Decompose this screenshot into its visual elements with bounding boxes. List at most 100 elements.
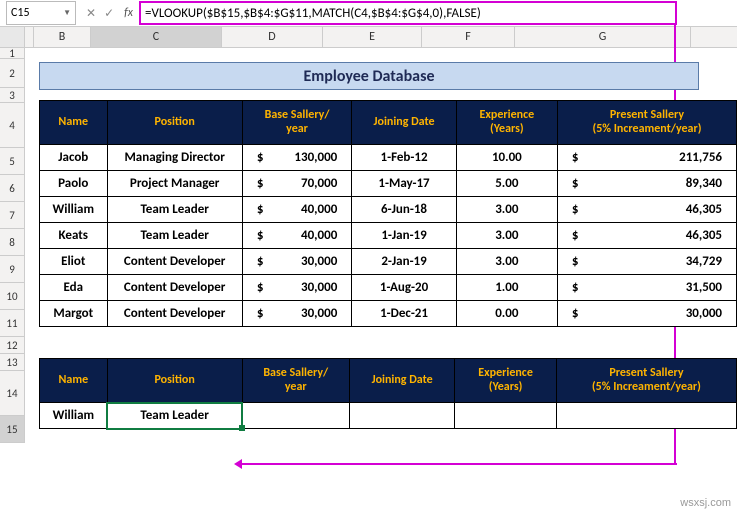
- th-name: Name: [40, 101, 108, 145]
- lookup-present[interactable]: [556, 403, 736, 429]
- lookup-position[interactable]: Team Leader: [107, 403, 242, 429]
- cell-position[interactable]: Managing Director: [107, 145, 242, 171]
- row-header[interactable]: 7: [0, 202, 24, 229]
- cell-exp[interactable]: 5.00: [456, 171, 557, 197]
- column-headers: B C D E F G: [0, 27, 737, 48]
- cell-exp[interactable]: 10.00: [456, 145, 557, 171]
- th-exp: Experience (Years): [455, 359, 557, 403]
- chevron-down-icon: ▼: [63, 8, 71, 18]
- cell-join[interactable]: 1-May-17: [352, 171, 457, 197]
- table-row: JacobManaging Director$130,0001-Feb-1210…: [40, 145, 737, 171]
- cell-name[interactable]: Paolo: [40, 171, 108, 197]
- cell-position[interactable]: Team Leader: [107, 197, 242, 223]
- col-header[interactable]: F: [422, 27, 515, 47]
- cell-present[interactable]: $46,305: [557, 223, 736, 249]
- table-row: KeatsTeam Leader$40,0001-Jan-193.00$46,3…: [40, 223, 737, 249]
- col-header[interactable]: E: [323, 27, 422, 47]
- cell-name[interactable]: Jacob: [40, 145, 108, 171]
- lookup-name[interactable]: William: [40, 403, 108, 429]
- cell-position[interactable]: Team Leader: [107, 223, 242, 249]
- page-title: Employee Database: [39, 62, 699, 90]
- table-row: EdaContent Developer$30,0001-Aug-201.00$…: [40, 275, 737, 301]
- row-header[interactable]: 14: [0, 371, 24, 416]
- row-header[interactable]: 4: [0, 103, 24, 148]
- accept-icon[interactable]: ✓: [104, 6, 114, 21]
- watermark: wsxsj.com: [680, 497, 731, 509]
- lookup-join[interactable]: [349, 403, 454, 429]
- cell-exp[interactable]: 3.00: [456, 197, 557, 223]
- cell-name[interactable]: Keats: [40, 223, 108, 249]
- th-join: Joining Date: [349, 359, 454, 403]
- row-header[interactable]: 10: [0, 283, 24, 310]
- cell-base[interactable]: $40,000: [242, 223, 351, 249]
- select-all-corner[interactable]: [0, 27, 25, 47]
- cell-present[interactable]: $34,729: [557, 249, 736, 275]
- lookup-base[interactable]: [242, 403, 349, 429]
- cancel-icon[interactable]: ✕: [86, 6, 96, 21]
- cell-name[interactable]: Eliot: [40, 249, 108, 275]
- col-header[interactable]: D: [222, 27, 323, 47]
- th-base: Base Sallery/ year: [242, 101, 351, 145]
- cell-exp[interactable]: 3.00: [456, 223, 557, 249]
- cell-position[interactable]: Content Developer: [107, 249, 242, 275]
- row-header[interactable]: 8: [0, 229, 24, 256]
- cell-base[interactable]: $130,000: [242, 145, 351, 171]
- formula-input[interactable]: =VLOOKUP($B$15,$B$4:$G$11,MATCH(C4,$B$4:…: [139, 1, 677, 25]
- sheet-content: Employee Database Name Position Base Sal…: [25, 48, 737, 443]
- cell-present[interactable]: $211,756: [557, 145, 736, 171]
- col-header[interactable]: C: [91, 27, 222, 47]
- fx-icon[interactable]: fx: [124, 6, 139, 20]
- row-header[interactable]: 9: [0, 256, 24, 283]
- cell-present[interactable]: $31,500: [557, 275, 736, 301]
- cell-base[interactable]: $30,000: [242, 301, 351, 327]
- cell-position[interactable]: Project Manager: [107, 171, 242, 197]
- cell-join[interactable]: 2-Jan-19: [352, 249, 457, 275]
- lookup-exp[interactable]: [455, 403, 557, 429]
- cell-join[interactable]: 1-Feb-12: [352, 145, 457, 171]
- cell-join[interactable]: 1-Dec-21: [352, 301, 457, 327]
- th-join: Joining Date: [352, 101, 457, 145]
- cell-name[interactable]: William: [40, 197, 108, 223]
- th-base: Base Sallery/ year: [242, 359, 349, 403]
- cell-position[interactable]: Content Developer: [107, 275, 242, 301]
- cell-exp[interactable]: 0.00: [456, 301, 557, 327]
- th-position: Position: [107, 101, 242, 145]
- row-header[interactable]: 6: [0, 175, 24, 202]
- cell-name[interactable]: Eda: [40, 275, 108, 301]
- cell-reference: C15: [11, 6, 30, 20]
- th-present: Present Sallery (5% Increament/year): [557, 101, 736, 145]
- col-header[interactable]: G: [515, 27, 691, 47]
- row-header[interactable]: 1: [0, 48, 24, 59]
- cell-base[interactable]: $30,000: [242, 249, 351, 275]
- row-header[interactable]: 12: [0, 337, 24, 354]
- cell-base[interactable]: $70,000: [242, 171, 351, 197]
- row-header[interactable]: 2: [0, 59, 24, 88]
- table-row: William Team Leader: [40, 403, 737, 429]
- cell-present[interactable]: $46,305: [557, 197, 736, 223]
- cell-join[interactable]: 1-Jan-19: [352, 223, 457, 249]
- col-header[interactable]: [25, 27, 34, 47]
- row-headers: 123456789101112131415: [0, 48, 25, 443]
- lookup-table: Name Position Base Sallery/ year Joining…: [39, 358, 737, 429]
- col-header[interactable]: B: [34, 27, 91, 47]
- cell-base[interactable]: $30,000: [242, 275, 351, 301]
- cell-join[interactable]: 1-Aug-20: [352, 275, 457, 301]
- name-box[interactable]: C15 ▼: [6, 1, 76, 25]
- row-header[interactable]: 5: [0, 148, 24, 175]
- row-header[interactable]: 3: [0, 88, 24, 103]
- row-header[interactable]: 15: [0, 416, 24, 443]
- cell-position[interactable]: Content Developer: [107, 301, 242, 327]
- cell-present[interactable]: $89,340: [557, 171, 736, 197]
- cell-present[interactable]: $30,000: [557, 301, 736, 327]
- table-row: PaoloProject Manager$70,0001-May-175.00$…: [40, 171, 737, 197]
- employee-table: Name Position Base Sallery/ year Joining…: [39, 100, 737, 327]
- table-row: WilliamTeam Leader$40,0006-Jun-183.00$46…: [40, 197, 737, 223]
- row-header[interactable]: 11: [0, 310, 24, 337]
- th-name: Name: [40, 359, 108, 403]
- cell-name[interactable]: Margot: [40, 301, 108, 327]
- cell-exp[interactable]: 1.00: [456, 275, 557, 301]
- cell-base[interactable]: $40,000: [242, 197, 351, 223]
- row-header[interactable]: 13: [0, 354, 24, 371]
- cell-join[interactable]: 6-Jun-18: [352, 197, 457, 223]
- cell-exp[interactable]: 3.00: [456, 249, 557, 275]
